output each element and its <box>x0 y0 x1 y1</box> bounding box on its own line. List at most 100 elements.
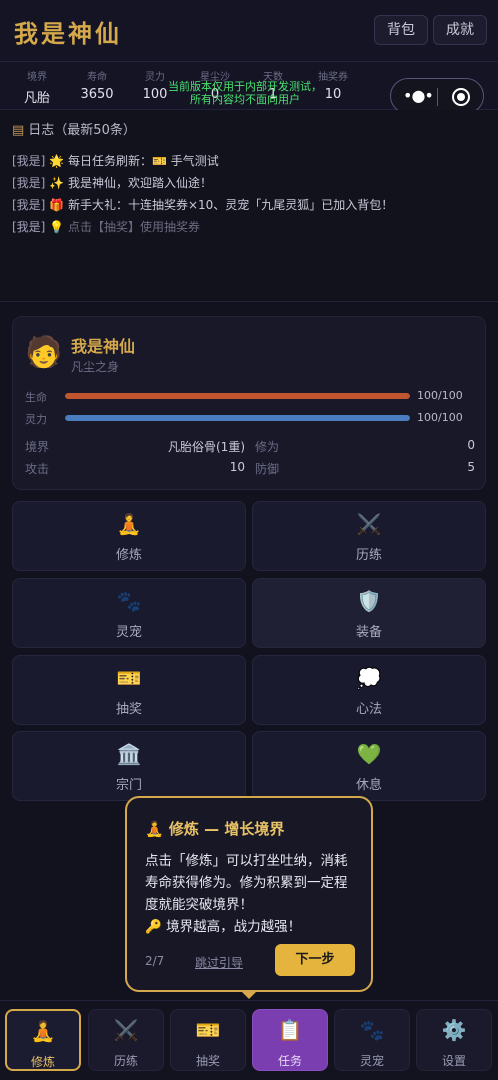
sect-button[interactable]: 🏛️ 宗门 <box>12 731 246 801</box>
guide-step-counter: 2/7 <box>145 954 165 968</box>
guide-body: 点击「修炼」可以打坐吐纳，消耗寿命获得修为。修为积累到一定程度就能突破境界！ 🔑… <box>145 850 359 938</box>
action-label: 心法 <box>355 702 382 717</box>
shield-icon: 🛡️ <box>356 589 382 613</box>
nav-label: 修炼 <box>30 1055 55 1069</box>
nav-pet[interactable]: 🐾 灵宠 <box>334 1009 410 1071</box>
bulb-icon: 💡 <box>49 220 65 234</box>
defense-label: 防御 <box>255 462 280 476</box>
mp-value: 100/100 <box>417 411 463 424</box>
mp-bar-fill <box>65 415 410 421</box>
training-button[interactable]: ⚔️ 历练 <box>252 501 486 571</box>
target-circle-icon[interactable] <box>452 88 470 106</box>
log-title: ▤ 日志（最新50条） <box>12 119 136 138</box>
log-entry: [我是] 🎁 新手大礼：十连抽奖券×10、灵宠「九尾灵狐」已加入背包！ <box>12 196 393 213</box>
star-icon: 🌟 <box>49 154 65 168</box>
avatar: 🧑 <box>25 335 63 370</box>
defense-value: 5 <box>467 460 475 474</box>
log-tag: [我是] <box>12 154 46 168</box>
character-subtitle: 凡尘之身 <box>71 360 120 374</box>
realm-value: 凡胎俗骨(1重) <box>168 440 245 454</box>
action-label: 装备 <box>355 625 382 640</box>
next-step-button[interactable]: 下一步 <box>275 944 355 976</box>
dev-notice: 当前版本仅用于内部开发测试， 所有内容均不面向用户 <box>150 80 340 106</box>
swords-icon: ⚔️ <box>113 1018 139 1042</box>
paw-icon: 🐾 <box>116 589 142 613</box>
nav-label: 历练 <box>113 1054 138 1068</box>
attack-value: 10 <box>229 460 245 474</box>
bottom-nav: 🧘 修炼 ⚔️ 历练 🎫 抽奖 📋 任务 🐾 灵宠 ⚙️ 设置 <box>0 1000 498 1080</box>
gear-icon: ⚙️ <box>441 1018 467 1042</box>
equipment-button[interactable]: 🛡️ 装备 <box>252 578 486 648</box>
clipboard-icon: 📋 <box>277 1018 303 1042</box>
achievement-button[interactable]: 成就 <box>433 15 487 45</box>
dev-notice-line: 当前版本仅用于内部开发测试， <box>168 80 322 93</box>
guide-title: 🧘 修炼 — 增长境界 <box>145 818 284 839</box>
meditation-icon: 🧘 <box>30 1019 56 1043</box>
hp-label: 生命 <box>25 391 47 404</box>
character-name: 我是神仙 <box>71 337 136 356</box>
log-panel: ▤ 日志（最新50条） [我是] 🌟 每日任务刷新：🎫 手气测试 [我是] ✨ 我… <box>0 110 498 302</box>
meditation-icon: 🧘 <box>145 820 164 838</box>
cultivate-button[interactable]: 🧘 修炼 <box>12 501 246 571</box>
green-heart-icon: 💚 <box>356 742 382 766</box>
rest-button[interactable]: 💚 休息 <box>252 731 486 801</box>
cultivation-value: 0 <box>467 438 475 452</box>
realm-label: 境界 <box>25 440 50 454</box>
action-label: 宗门 <box>115 778 142 793</box>
nav-cultivate[interactable]: 🧘 修炼 <box>5 1009 81 1071</box>
skip-guide-link[interactable]: 跳过引导 <box>195 954 243 971</box>
mp-label: 灵力 <box>25 413 47 426</box>
cultivation-label: 修为 <box>255 440 280 454</box>
nav-label: 抽奖 <box>195 1054 220 1068</box>
log-text: 我是神仙，欢迎踏入仙途！ <box>64 176 212 190</box>
action-label: 灵宠 <box>115 625 142 640</box>
guide-popup: 🧘 修炼 — 增长境界 点击「修炼」可以打坐吐纳，消耗寿命获得修为。修为积累到一… <box>125 796 373 992</box>
hp-bar <box>65 393 410 399</box>
log-entry: [我是] 🌟 每日任务刷新：🎫 手气测试 <box>12 152 219 169</box>
capsule-divider <box>437 88 438 106</box>
nav-tasks[interactable]: 📋 任务 <box>252 1009 328 1071</box>
swords-icon: ⚔️ <box>356 512 382 536</box>
log-title-text: 日志（最新50条） <box>28 123 136 138</box>
scroll-icon: ▤ <box>12 123 25 138</box>
nav-label: 灵宠 <box>359 1054 384 1068</box>
ticket-icon: 🎫 <box>116 666 142 690</box>
action-label: 休息 <box>355 778 382 793</box>
log-entry: [我是] ✨ 我是神仙，欢迎踏入仙途！ <box>12 174 212 191</box>
log-tag: [我是] <box>12 176 46 190</box>
nav-training[interactable]: ⚔️ 历练 <box>88 1009 164 1071</box>
pet-button[interactable]: 🐾 灵宠 <box>12 578 246 648</box>
log-tag: [我是] <box>12 198 46 212</box>
nav-label: 任务 <box>277 1054 302 1068</box>
log-entry: [我是] 💡 点击【抽奖】使用抽奖券 <box>12 218 200 235</box>
nav-lottery[interactable]: 🎫 抽奖 <box>170 1009 246 1071</box>
hp-bar-fill <box>65 393 410 399</box>
mp-bar <box>65 415 410 421</box>
guide-body-tip: 🔑 境界越高，战力越强！ <box>145 919 302 935</box>
log-text: 点击【抽奖】使用抽奖券 <box>64 220 200 234</box>
lottery-button[interactable]: 🎫 抽奖 <box>12 655 246 725</box>
nav-label: 设置 <box>441 1054 466 1068</box>
guide-title-text: 修炼 — 增长境界 <box>168 820 285 838</box>
log-tag: [我是] <box>12 220 46 234</box>
nav-settings[interactable]: ⚙️ 设置 <box>416 1009 492 1071</box>
paw-icon: 🐾 <box>359 1018 385 1042</box>
action-label: 历练 <box>355 548 382 563</box>
guide-popup-arrow <box>240 990 258 999</box>
attack-label: 攻击 <box>25 462 50 476</box>
bag-button[interactable]: 背包 <box>374 15 428 45</box>
action-label: 修炼 <box>115 548 142 563</box>
temple-icon: 🏛️ <box>116 742 142 766</box>
miniprogram-capsule: •●• <box>390 78 484 114</box>
thought-bubble-icon: 💭 <box>356 666 382 690</box>
ticket-icon: 🎫 <box>195 1018 221 1042</box>
gift-icon: 🎁 <box>49 198 65 212</box>
log-text: 每日任务刷新：🎫 手气测试 <box>64 154 219 168</box>
character-card: 🧑 我是神仙 凡尘之身 生命 100/100 灵力 100/100 境界 凡胎俗… <box>12 316 486 490</box>
guide-body-text: 点击「修炼」可以打坐吐纳，消耗寿命获得修为。修为积累到一定程度就能突破境界！ <box>145 853 348 913</box>
more-dots-icon[interactable]: •●• <box>403 86 434 105</box>
technique-button[interactable]: 💭 心法 <box>252 655 486 725</box>
sparkle-icon: ✨ <box>49 176 65 190</box>
meditation-icon: 🧘 <box>116 512 142 536</box>
dev-notice-line: 所有内容均不面向用户 <box>190 93 300 106</box>
